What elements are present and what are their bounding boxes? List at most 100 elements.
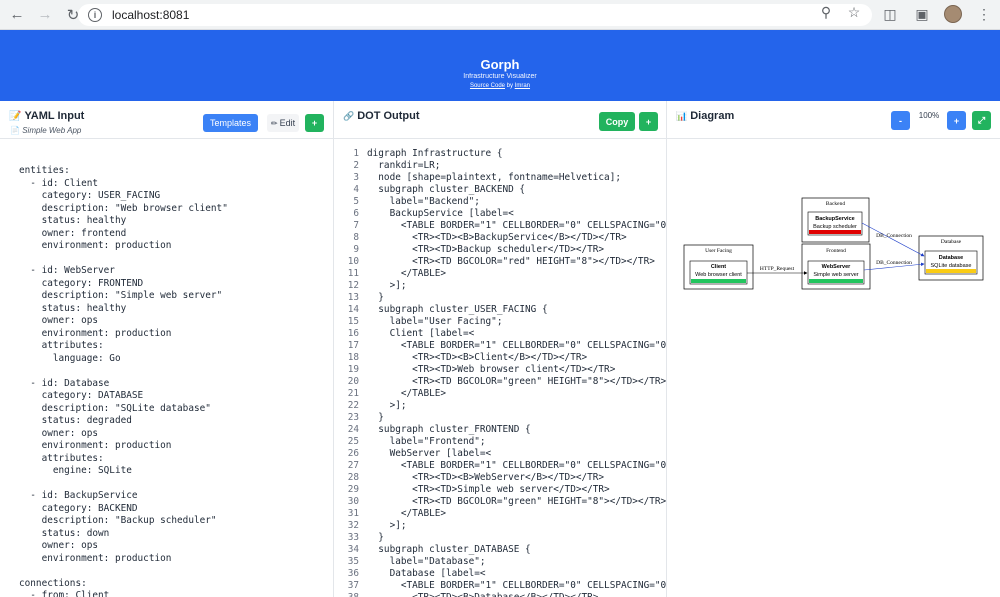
code-line[interactable]: 10 <TR><TD BGCOLOR="red" HEIGHT="8"></TD… xyxy=(334,256,666,268)
yaml-line[interactable]: attributes: xyxy=(19,340,333,353)
code-line[interactable]: 5 label="Backend"; xyxy=(334,196,666,208)
fit-view-button[interactable]: ⤢ xyxy=(972,111,991,130)
code-line[interactable]: 28 <TR><TD><B>WebServer</B></TD></TR> xyxy=(334,472,666,484)
code-line[interactable]: 7 <TABLE BORDER="1" CELLBORDER="0" CELLS… xyxy=(334,220,666,232)
yaml-line[interactable]: status: degraded xyxy=(19,415,333,428)
dot-add-button[interactable]: + xyxy=(639,112,658,131)
site-info-icon[interactable]: i xyxy=(88,8,102,22)
node-database[interactable]: Database SQLite database xyxy=(924,250,978,275)
code-line[interactable]: 25 label="Frontend"; xyxy=(334,436,666,448)
yaml-line[interactable]: - id: Client xyxy=(19,178,333,191)
code-line[interactable]: 27 <TABLE BORDER="1" CELLBORDER="0" CELL… xyxy=(334,460,666,472)
yaml-line[interactable]: status: healthy xyxy=(19,303,333,316)
zoom-out-button[interactable]: - xyxy=(891,111,910,130)
code-line[interactable]: 16 Client [label=< xyxy=(334,328,666,340)
templates-button[interactable]: Templates xyxy=(203,114,258,132)
code-line[interactable]: 36 Database [label=< xyxy=(334,568,666,580)
yaml-line[interactable]: - from: Client xyxy=(19,590,333,597)
line-content[interactable]: label="Backend"; xyxy=(367,196,666,208)
line-content[interactable]: Client [label=< xyxy=(367,328,666,340)
yaml-line[interactable]: status: healthy xyxy=(19,215,333,228)
zoom-magnifier-icon[interactable]: ⚲ xyxy=(816,4,836,21)
node-backup-service[interactable]: BackupService Backup scheduler xyxy=(807,211,863,236)
code-line[interactable]: 20 <TR><TD BGCOLOR="green" HEIGHT="8"></… xyxy=(334,376,666,388)
line-content[interactable]: <TR><TD>Backup scheduler</TD></TR> xyxy=(367,244,666,256)
yaml-line[interactable]: owner: frontend xyxy=(19,228,333,241)
yaml-line[interactable]: category: BACKEND xyxy=(19,503,333,516)
line-content[interactable]: label="User Facing"; xyxy=(367,316,666,328)
yaml-line[interactable]: description: "SQLite database" xyxy=(19,403,333,416)
code-line[interactable]: 29 <TR><TD>Simple web server</TD></TR> xyxy=(334,484,666,496)
code-line[interactable]: 11 </TABLE> xyxy=(334,268,666,280)
line-content[interactable]: WebServer [label=< xyxy=(367,448,666,460)
code-line[interactable]: 35 label="Database"; xyxy=(334,556,666,568)
line-content[interactable]: <TR><TD BGCOLOR="green" HEIGHT="8"></TD>… xyxy=(367,496,666,508)
yaml-line[interactable]: attributes: xyxy=(19,453,333,466)
line-content[interactable]: <TR><TD><B>BackupService</B></TD></TR> xyxy=(367,232,666,244)
code-line[interactable]: 32 >]; xyxy=(334,520,666,532)
line-content[interactable]: <TABLE BORDER="1" CELLBORDER="0" CELLSPA… xyxy=(367,580,666,592)
diagram-canvas[interactable]: Backend BackupService Backup scheduler U… xyxy=(667,139,1000,597)
yaml-line[interactable]: - id: BackupService xyxy=(19,490,333,503)
code-line[interactable]: 22 >]; xyxy=(334,400,666,412)
code-line[interactable]: 9 <TR><TD>Backup scheduler</TD></TR> xyxy=(334,244,666,256)
line-content[interactable]: </TABLE> xyxy=(367,268,666,280)
line-content[interactable]: } xyxy=(367,292,666,304)
code-line[interactable]: 30 <TR><TD BGCOLOR="green" HEIGHT="8"></… xyxy=(334,496,666,508)
line-content[interactable]: >]; xyxy=(367,280,666,292)
line-content[interactable]: <TR><TD>Simple web server</TD></TR> xyxy=(367,484,666,496)
code-line[interactable]: 38 <TR><TD><B>Database</B></TD></TR> xyxy=(334,592,666,597)
bookmark-star-icon[interactable]: ☆ xyxy=(844,4,864,21)
code-line[interactable]: 33 } xyxy=(334,532,666,544)
yaml-line[interactable]: environment: production xyxy=(19,440,333,453)
line-content[interactable]: <TABLE BORDER="1" CELLBORDER="0" CELLSPA… xyxy=(367,220,666,232)
code-line[interactable]: 18 <TR><TD><B>Client</B></TD></TR> xyxy=(334,352,666,364)
tab-search-icon[interactable]: ▣ xyxy=(912,4,932,24)
line-content[interactable]: <TABLE BORDER="1" CELLBORDER="0" CELLSPA… xyxy=(367,340,666,352)
edit-button[interactable]: ✏ Edit xyxy=(267,114,299,132)
line-content[interactable]: <TR><TD BGCOLOR="red" HEIGHT="8"></TD></… xyxy=(367,256,666,268)
code-line[interactable]: 6 BackupService [label=< xyxy=(334,208,666,220)
line-content[interactable]: rankdir=LR; xyxy=(367,160,666,172)
back-icon[interactable]: ← xyxy=(4,2,30,28)
yaml-add-button[interactable]: + xyxy=(305,114,324,132)
line-content[interactable]: Database [label=< xyxy=(367,568,666,580)
line-content[interactable]: subgraph cluster_USER_FACING { xyxy=(367,304,666,316)
extensions-icon[interactable]: ◫ xyxy=(880,4,900,24)
url-text[interactable]: localhost:8081 xyxy=(112,8,189,22)
code-line[interactable]: 17 <TABLE BORDER="1" CELLBORDER="0" CELL… xyxy=(334,340,666,352)
line-content[interactable]: <TR><TD><B>Client</B></TD></TR> xyxy=(367,352,666,364)
node-client[interactable]: Client Web browser client xyxy=(689,260,748,285)
code-line[interactable]: 1 digraph Infrastructure { xyxy=(334,148,666,160)
yaml-line[interactable]: description: "Backup scheduler" xyxy=(19,515,333,528)
code-line[interactable]: 8 <TR><TD><B>BackupService</B></TD></TR> xyxy=(334,232,666,244)
line-content[interactable]: } xyxy=(367,532,666,544)
code-line[interactable]: 2 rankdir=LR; xyxy=(334,160,666,172)
yaml-line[interactable] xyxy=(19,565,333,578)
line-content[interactable]: subgraph cluster_BACKEND { xyxy=(367,184,666,196)
line-content[interactable]: subgraph cluster_DATABASE { xyxy=(367,544,666,556)
code-line[interactable]: 4 subgraph cluster_BACKEND { xyxy=(334,184,666,196)
source-code-link[interactable]: Source Code xyxy=(470,83,505,89)
line-content[interactable]: <TR><TD><B>WebServer</B></TD></TR> xyxy=(367,472,666,484)
yaml-line[interactable]: - id: Database xyxy=(19,378,333,391)
code-line[interactable]: 34 subgraph cluster_DATABASE { xyxy=(334,544,666,556)
yaml-line[interactable]: status: down xyxy=(19,528,333,541)
forward-icon[interactable]: → xyxy=(32,2,58,28)
line-content[interactable]: <TABLE BORDER="1" CELLBORDER="0" CELLSPA… xyxy=(367,460,666,472)
profile-avatar[interactable] xyxy=(944,5,962,23)
yaml-line[interactable]: description: "Web browser client" xyxy=(19,203,333,216)
yaml-editor[interactable]: entities: - id: Client category: USER_FA… xyxy=(0,139,333,597)
zoom-in-button[interactable]: + xyxy=(947,111,966,130)
code-line[interactable]: 15 label="User Facing"; xyxy=(334,316,666,328)
line-content[interactable]: label="Frontend"; xyxy=(367,436,666,448)
yaml-line[interactable]: owner: ops xyxy=(19,428,333,441)
code-line[interactable]: 23 } xyxy=(334,412,666,424)
yaml-line[interactable]: owner: ops xyxy=(19,315,333,328)
node-webserver[interactable]: WebServer Simple web server xyxy=(807,260,865,285)
line-content[interactable]: node [shape=plaintext, fontname=Helvetic… xyxy=(367,172,666,184)
yaml-line[interactable]: environment: production xyxy=(19,240,333,253)
yaml-line[interactable]: environment: production xyxy=(19,328,333,341)
code-line[interactable]: 37 <TABLE BORDER="1" CELLBORDER="0" CELL… xyxy=(334,580,666,592)
line-content[interactable]: subgraph cluster_FRONTEND { xyxy=(367,424,666,436)
